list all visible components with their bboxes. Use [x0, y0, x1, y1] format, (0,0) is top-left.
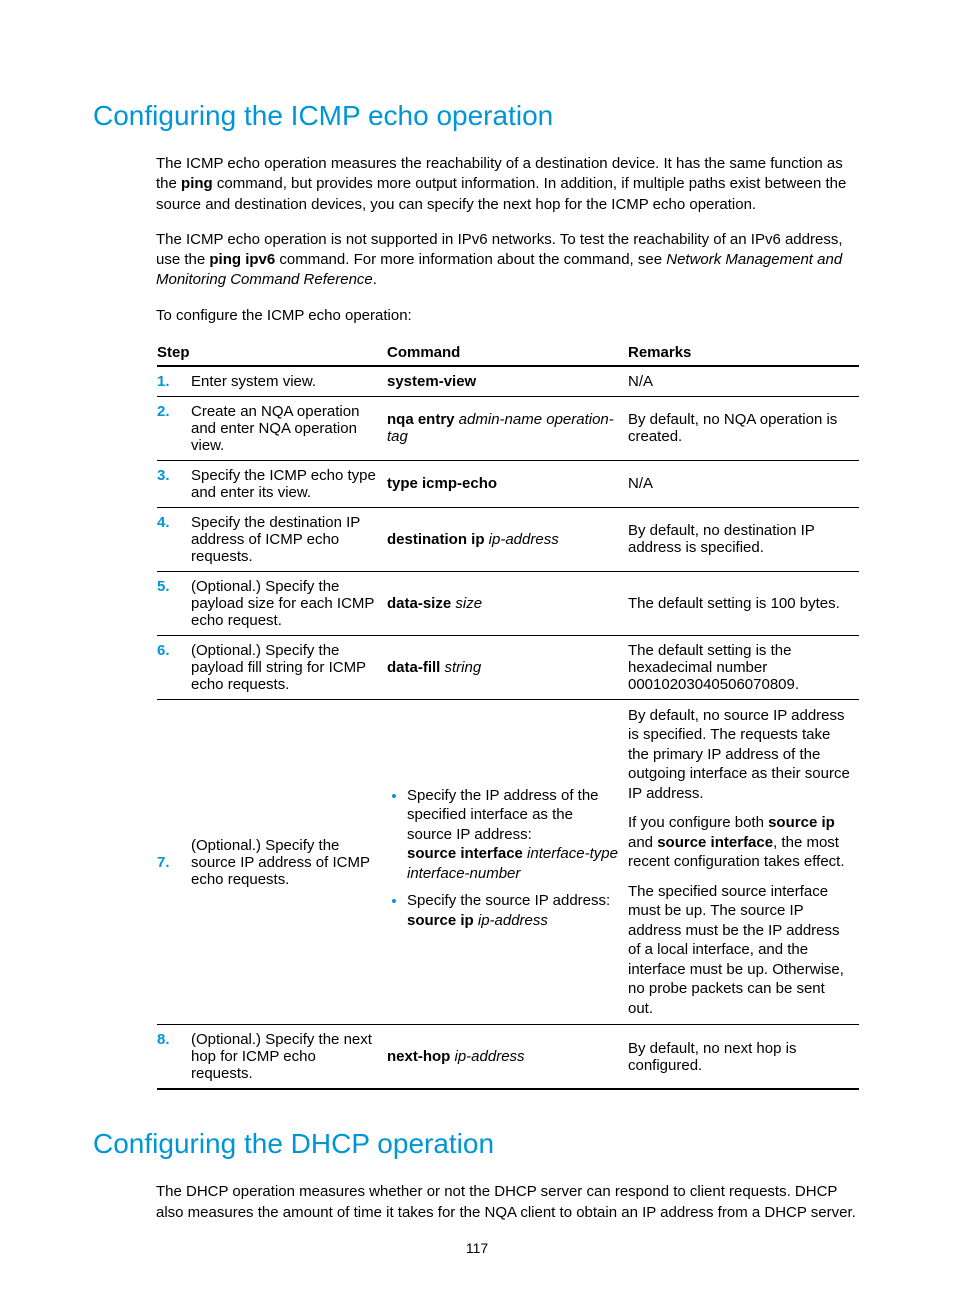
list-item: Specify the IP address of the specified … [407, 786, 622, 884]
col-header-command: Command [387, 340, 628, 366]
step-number: 6. [157, 635, 191, 699]
step-desc: Specify the destination IP address of IC… [191, 507, 387, 571]
text: command. For more information about the … [275, 251, 666, 268]
step-number: 5. [157, 571, 191, 635]
bold-text: ping ipv6 [209, 251, 275, 268]
table-row: 7. (Optional.) Specify the source IP add… [157, 699, 859, 1025]
config-table: Step Command Remarks 1. Enter system vie… [157, 340, 859, 1091]
step-number: 3. [157, 460, 191, 507]
cmd-italic: ip-address [474, 912, 548, 929]
paragraph: The DHCP operation measures whether or n… [156, 1182, 861, 1223]
text: . [373, 271, 377, 288]
table-row: 3. Specify the ICMP echo type and enter … [157, 460, 859, 507]
step-command: data-fill string [387, 635, 628, 699]
step-number: 4. [157, 507, 191, 571]
col-header-remarks: Remarks [628, 340, 859, 366]
bold-text: ping [181, 175, 213, 192]
cmd-bold: data-size [387, 595, 451, 612]
step-remarks: N/A [628, 366, 859, 397]
cmd-bold: source ip [407, 912, 474, 929]
table-row: 5. (Optional.) Specify the payload size … [157, 571, 859, 635]
paragraph: The ICMP echo operation measures the rea… [156, 154, 861, 215]
cmd-italic: ip-address [485, 531, 559, 548]
section-heading-dhcp: Configuring the DHCP operation [93, 1128, 861, 1160]
step-command: data-size size [387, 571, 628, 635]
cmd-bold: source interface [407, 845, 523, 862]
step-number: 7. [157, 699, 191, 1025]
step-remarks: By default, no next hop is configured. [628, 1025, 859, 1090]
step-number: 1. [157, 366, 191, 397]
step-command: type icmp-echo [387, 460, 628, 507]
step-command: Specify the IP address of the specified … [387, 699, 628, 1025]
step-desc: (Optional.) Specify the payload size for… [191, 571, 387, 635]
cmd-italic: ip-address [450, 1048, 524, 1065]
cmd-bold: system-view [387, 373, 476, 390]
step-number: 8. [157, 1025, 191, 1090]
step-desc: (Optional.) Specify the source IP addres… [191, 699, 387, 1025]
step-remarks: The default setting is the hexadecimal n… [628, 635, 859, 699]
remark-para: By default, no source IP address is spec… [628, 706, 853, 804]
remark-para: If you configure both source ip and sour… [628, 813, 853, 872]
step-command: nqa entry admin-name operation-tag [387, 396, 628, 460]
paragraph: The ICMP echo operation is not supported… [156, 230, 861, 291]
cmd-bold: destination ip [387, 531, 485, 548]
cmd-bold: data-fill [387, 659, 440, 676]
text: Specify the IP address of the specified … [407, 787, 599, 843]
table-row: 1. Enter system view. system-view N/A [157, 366, 859, 397]
bold-text: source interface [657, 834, 773, 851]
col-header-step: Step [157, 340, 387, 366]
step-remarks: The default setting is 100 bytes. [628, 571, 859, 635]
table-row: 8. (Optional.) Specify the next hop for … [157, 1025, 859, 1090]
step-desc: Create an NQA operation and enter NQA op… [191, 396, 387, 460]
step-number: 2. [157, 396, 191, 460]
cmd-bold: type icmp-echo [387, 475, 497, 492]
paragraph: To configure the ICMP echo operation: [156, 306, 861, 326]
text: If you configure both [628, 814, 768, 831]
cmd-bold: next-hop [387, 1048, 450, 1065]
step-remarks: By default, no NQA operation is created. [628, 396, 859, 460]
bold-text: source ip [768, 814, 835, 831]
step-desc: Specify the ICMP echo type and enter its… [191, 460, 387, 507]
step-command: destination ip ip-address [387, 507, 628, 571]
step-remarks: N/A [628, 460, 859, 507]
text: Specify the source IP address: [407, 892, 610, 909]
step-remarks: By default, no source IP address is spec… [628, 699, 859, 1025]
step-desc: (Optional.) Specify the payload fill str… [191, 635, 387, 699]
text: command, but provides more output inform… [156, 175, 846, 212]
section-heading-icmp: Configuring the ICMP echo operation [93, 100, 861, 132]
table-row: 6. (Optional.) Specify the payload fill … [157, 635, 859, 699]
remark-para: The specified source interface must be u… [628, 882, 853, 1019]
cmd-italic: string [440, 659, 481, 676]
step-desc: Enter system view. [191, 366, 387, 397]
step-desc: (Optional.) Specify the next hop for ICM… [191, 1025, 387, 1090]
step-remarks: By default, no destination IP address is… [628, 507, 859, 571]
step-command: system-view [387, 366, 628, 397]
page-number: 117 [0, 1240, 954, 1256]
list-item: Specify the source IP address: source ip… [407, 891, 622, 930]
table-row: 4. Specify the destination IP address of… [157, 507, 859, 571]
cmd-italic: size [451, 595, 482, 612]
cmd-bold: nqa entry [387, 411, 455, 428]
text: and [628, 834, 657, 851]
table-row: 2. Create an NQA operation and enter NQA… [157, 396, 859, 460]
step-command: next-hop ip-address [387, 1025, 628, 1090]
